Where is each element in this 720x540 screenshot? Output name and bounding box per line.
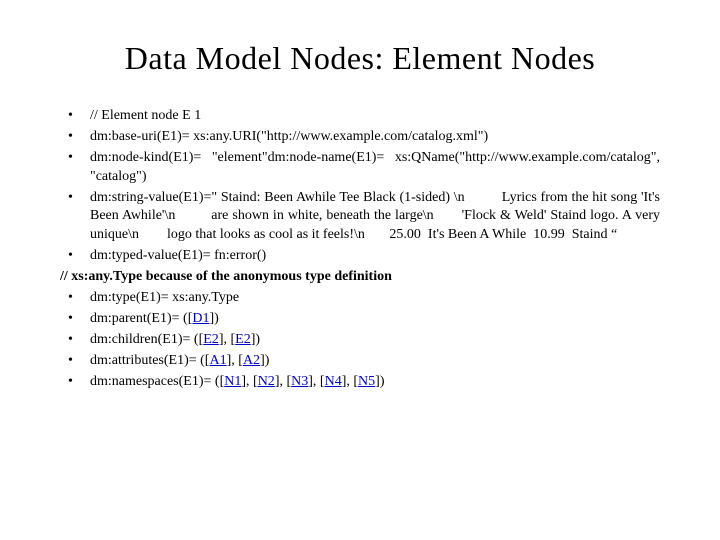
link-n3[interactable]: N3 bbox=[291, 374, 308, 389]
bullet-item: dm:type(E1)= xs:any.Type bbox=[60, 289, 660, 308]
link-n5[interactable]: N5 bbox=[358, 374, 375, 389]
text-fragment: dm:attributes(E1)= ([ bbox=[90, 353, 209, 368]
link-d1[interactable]: D1 bbox=[192, 311, 209, 326]
text-fragment: ], [ bbox=[275, 374, 291, 389]
link-n1[interactable]: N1 bbox=[224, 374, 241, 389]
text-fragment: ]) bbox=[260, 353, 269, 368]
link-n2[interactable]: N2 bbox=[258, 374, 275, 389]
text-fragment: dm:parent(E1)= ([ bbox=[90, 311, 192, 326]
link-e2[interactable]: E2 bbox=[203, 332, 219, 347]
link-a2[interactable]: A2 bbox=[243, 353, 260, 368]
text-fragment: ], [ bbox=[342, 374, 358, 389]
bullet-item: dm:string-value(E1)=" Staind: Been Awhil… bbox=[60, 189, 660, 246]
link-a1[interactable]: A1 bbox=[209, 353, 226, 368]
text-fragment: dm:namespaces(E1)= ([ bbox=[90, 374, 224, 389]
text-fragment: ], [ bbox=[308, 374, 324, 389]
bullet-item: dm:namespaces(E1)= ([N1], [N2], [N3], [N… bbox=[60, 373, 660, 392]
text-fragment: ]) bbox=[375, 374, 384, 389]
text-fragment: dm:children(E1)= ([ bbox=[90, 332, 203, 347]
bullet-item: dm:base-uri(E1)= xs:any.URI("http://www.… bbox=[60, 128, 660, 147]
bullet-item: dm:parent(E1)= ([D1]) bbox=[60, 310, 660, 329]
text-fragment: ], [ bbox=[227, 353, 243, 368]
note-line: // xs:any.Type because of the anonymous … bbox=[60, 268, 660, 287]
bullet-item: dm:typed-value(E1)= fn:error() bbox=[60, 247, 660, 266]
text-fragment: ], [ bbox=[241, 374, 257, 389]
bullet-list: // Element node E 1 dm:base-uri(E1)= xs:… bbox=[50, 107, 670, 391]
text-fragment: ]) bbox=[251, 332, 260, 347]
link-e2[interactable]: E2 bbox=[235, 332, 251, 347]
bullet-item: dm:attributes(E1)= ([A1], [A2]) bbox=[60, 352, 660, 371]
text-fragment: ]) bbox=[209, 311, 218, 326]
slide-container: Data Model Nodes: Element Nodes // Eleme… bbox=[0, 0, 720, 540]
link-n4[interactable]: N4 bbox=[325, 374, 342, 389]
bullet-item: dm:node-kind(E1)= "element"dm:node-name(… bbox=[60, 149, 660, 187]
bullet-item: dm:children(E1)= ([E2], [E2]) bbox=[60, 331, 660, 350]
page-title: Data Model Nodes: Element Nodes bbox=[50, 40, 670, 77]
text-fragment: ], [ bbox=[219, 332, 235, 347]
bullet-item: // Element node E 1 bbox=[60, 107, 660, 126]
